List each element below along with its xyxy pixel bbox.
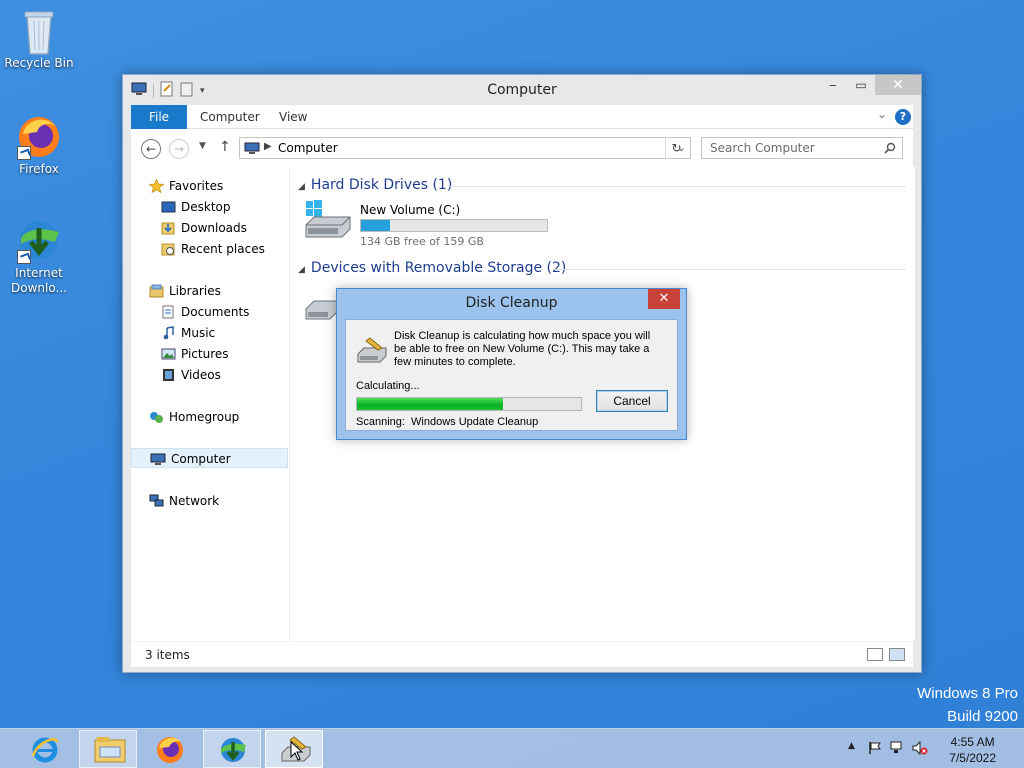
group-divider: [450, 186, 906, 187]
view-buttons: [867, 648, 905, 661]
desktop-icon-label: Firefox: [19, 162, 59, 176]
expand-ribbon-icon[interactable]: ⌄: [877, 107, 887, 121]
breadcrumb-separator-icon[interactable]: ▶: [264, 141, 272, 152]
group-header-removable-storage[interactable]: ◢ Devices with Removable Storage (2): [298, 260, 566, 276]
removable-drive-icon: [304, 287, 340, 326]
minimize-button[interactable]: ‒: [819, 75, 847, 95]
computer-icon: [150, 452, 166, 466]
search-icon[interactable]: [884, 142, 896, 157]
downloads-folder-icon: [161, 221, 176, 235]
up-button[interactable]: ↑: [219, 139, 231, 155]
address-bar[interactable]: ▶ Computer ⌄: [239, 137, 691, 159]
group-header-hard-disk-drives[interactable]: ◢ Hard Disk Drives (1): [298, 177, 452, 193]
windows-build-watermark: Build 9200: [947, 708, 1018, 725]
progress-fill: [357, 398, 503, 410]
desktop-folder-icon: [161, 200, 176, 214]
calculating-label: Calculating...: [356, 380, 420, 392]
collapse-icon[interactable]: ◢: [298, 182, 305, 192]
close-button[interactable]: ✕: [875, 75, 921, 95]
system-tray: ▲ 4:55 AM 7/5/2022: [834, 729, 1024, 768]
clock-time: 4:55 AM: [950, 735, 995, 749]
show-hidden-icons-icon[interactable]: ▲: [848, 741, 855, 751]
progress-bar: [356, 397, 582, 411]
scanning-status: Scanning: Windows Update Cleanup: [356, 416, 539, 428]
dialog-message: Disk Cleanup is calculating how much spa…: [394, 330, 651, 368]
desktop-icon-label: Recycle Bin: [4, 56, 74, 70]
star-icon: [148, 178, 165, 194]
shortcut-arrow-icon: [17, 250, 31, 264]
breadcrumb[interactable]: Computer: [278, 141, 338, 155]
desktop-icon-recycle-bin[interactable]: Recycle Bin: [1, 6, 77, 70]
internet-download-manager-icon: [218, 735, 248, 765]
search-input[interactable]: Search Computer: [701, 137, 903, 159]
collapse-icon[interactable]: ◢: [298, 265, 305, 275]
pictures-icon: [161, 347, 176, 361]
windows-edition-watermark: Windows 8 Pro: [917, 685, 1018, 702]
desktop-icon-label: Internet Downlo...: [11, 266, 67, 295]
ribbon-tabs: File Computer View ⌄ ?: [131, 105, 913, 129]
documents-icon: [161, 305, 176, 319]
recycle-bin-icon: [15, 6, 63, 55]
clock[interactable]: 4:55 AM 7/5/2022: [949, 734, 996, 766]
item-count: 3 items: [145, 648, 190, 662]
taskbar-internet-download-manager[interactable]: [203, 730, 261, 768]
title-bar[interactable]: ▾ Computer ‒ ▭ ✕: [123, 75, 921, 105]
disk-cleanup-icon: [356, 336, 388, 367]
search-placeholder: Search Computer: [710, 141, 815, 155]
cancel-button[interactable]: Cancel: [596, 390, 668, 412]
taskbar-internet-explorer[interactable]: [16, 730, 74, 768]
sidebar-item-computer[interactable]: Computer: [131, 448, 288, 468]
homegroup-icon: [149, 410, 164, 424]
shortcut-arrow-icon: [17, 146, 31, 160]
tab-file[interactable]: File: [131, 105, 187, 129]
music-icon: [161, 326, 176, 340]
mouse-cursor-icon: [290, 740, 304, 764]
videos-icon: [161, 368, 176, 382]
status-bar: 3 items: [131, 641, 913, 667]
tab-computer[interactable]: Computer: [200, 105, 260, 129]
window-title: Computer: [487, 82, 557, 98]
computer-icon: [244, 142, 260, 158]
network-icon: [149, 494, 164, 508]
dialog-body: Disk Cleanup is calculating how much spa…: [345, 319, 678, 431]
large-icons-view-icon[interactable]: [889, 648, 905, 661]
volume-muted-icon[interactable]: [912, 740, 928, 758]
internet-explorer-icon: [30, 734, 60, 764]
clock-date: 7/5/2022: [949, 751, 996, 765]
drive-usage-fill: [361, 220, 391, 231]
file-explorer-icon: [94, 735, 126, 765]
navigation-bar: ← → ▼ ↑ ▶ Computer ⌄ ↻ Search Computer: [131, 129, 913, 167]
taskbar-firefox[interactable]: [141, 730, 199, 768]
refresh-button[interactable]: ↻: [665, 137, 687, 159]
navigation-pane: Favorites Desktop Downloads Recent place…: [131, 167, 289, 641]
dialog-title: Disk Cleanup: [465, 295, 558, 311]
dialog-close-button[interactable]: ✕: [648, 289, 680, 309]
desktop-icon-internet-download-manager[interactable]: Internet Downlo...: [1, 216, 77, 296]
recent-places-icon: [161, 242, 176, 256]
maximize-button[interactable]: ▭: [847, 75, 875, 95]
hard-drive-icon: [304, 199, 352, 244]
taskbar: ▲ 4:55 AM 7/5/2022: [0, 728, 1024, 768]
firefox-icon: [15, 112, 63, 160]
help-icon[interactable]: ?: [895, 109, 911, 125]
forward-button[interactable]: →: [169, 139, 189, 159]
tab-view[interactable]: View: [279, 105, 307, 129]
disk-cleanup-dialog: Disk Cleanup ✕ Disk Cleanup is calculati…: [336, 288, 687, 440]
action-center-flag-icon[interactable]: [868, 741, 882, 758]
internet-download-manager-icon: [15, 216, 63, 264]
window-controls: ‒ ▭ ✕: [819, 75, 921, 95]
libraries-icon: [149, 284, 164, 298]
network-tray-icon[interactable]: [890, 741, 906, 758]
taskbar-disk-cleanup[interactable]: [265, 730, 323, 768]
drive-name: New Volume (C:): [360, 203, 461, 217]
group-divider: [552, 269, 906, 270]
back-button[interactable]: ←: [141, 139, 161, 159]
recent-locations-icon[interactable]: ▼: [199, 141, 206, 151]
drive-usage-bar: [360, 219, 548, 232]
taskbar-file-explorer[interactable]: [79, 730, 137, 768]
drive-free-space: 134 GB free of 159 GB: [360, 235, 484, 248]
desktop-icon-firefox[interactable]: Firefox: [1, 112, 77, 176]
firefox-icon: [155, 734, 185, 764]
details-view-icon[interactable]: [867, 648, 883, 661]
